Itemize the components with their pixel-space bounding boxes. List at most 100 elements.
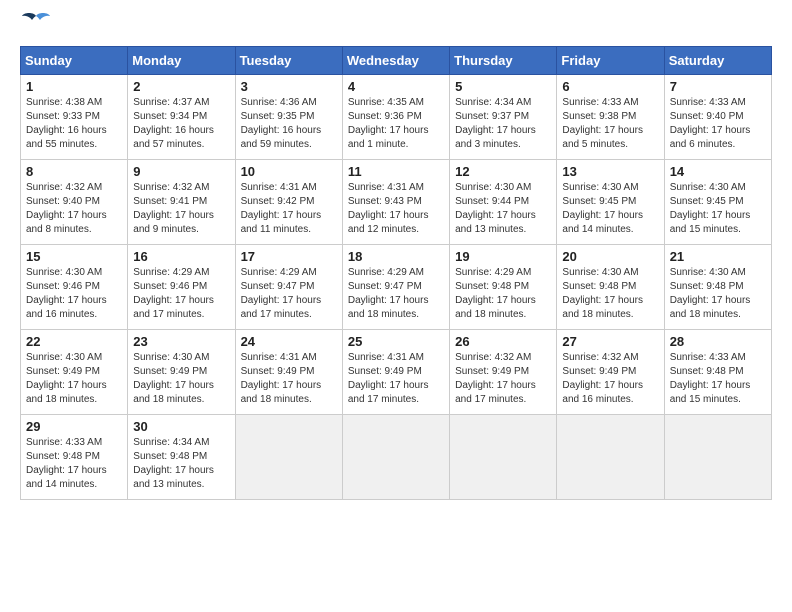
calendar-cell: 25Sunrise: 4:31 AMSunset: 9:49 PMDayligh… <box>342 330 449 415</box>
day-number: 20 <box>562 249 658 264</box>
calendar-cell <box>557 415 664 500</box>
calendar-cell: 28 Sunrise: 4:33 AMSunset: 9:48 PMDayligh… <box>664 330 771 415</box>
calendar-header-monday: Monday <box>128 47 235 75</box>
calendar-cell: 16 Sunrise: 4:29 AMSunset: 9:46 PMDayligh… <box>128 245 235 330</box>
calendar-header-saturday: Saturday <box>664 47 771 75</box>
calendar-cell: 23 Sunrise: 4:30 AMSunset: 9:49 PMDayligh… <box>128 330 235 415</box>
day-info: Sunrise: 4:32 AMSunset: 9:40 PMDaylight:… <box>26 181 122 237</box>
day-info: Sunrise: 4:32 AMSunset: 9:41 PMDaylight:… <box>133 181 229 237</box>
calendar-cell: 10 Sunrise: 4:31 AMSunset: 9:42 PMDayligh… <box>235 160 342 245</box>
calendar-cell: 26 Sunrise: 4:32 AMSunset: 9:49 PMDayligh… <box>450 330 557 415</box>
logo-bird-icon <box>22 12 50 30</box>
day-info: Sunrise: 4:36 AMSunset: 9:35 PMDaylight:… <box>241 96 337 152</box>
day-info: Sunrise: 4:29 AMSunset: 9:47 PMDaylight:… <box>241 266 337 322</box>
day-info: Sunrise: 4:30 AMSunset: 9:49 PMDaylight:… <box>133 351 229 407</box>
calendar-header-thursday: Thursday <box>450 47 557 75</box>
day-number: 28 <box>670 334 766 349</box>
calendar-week-5: 29Sunrise: 4:33 AMSunset: 9:48 PMDayligh… <box>21 415 772 500</box>
day-number: 23 <box>133 334 229 349</box>
day-info: Sunrise: 4:38 AMSunset: 9:33 PMDaylight:… <box>26 96 122 152</box>
calendar-week-3: 15Sunrise: 4:30 AMSunset: 9:46 PMDayligh… <box>21 245 772 330</box>
day-number: 9 <box>133 164 229 179</box>
day-info: Sunrise: 4:29 AMSunset: 9:47 PMDaylight:… <box>348 266 444 322</box>
day-number: 16 <box>133 249 229 264</box>
calendar-cell: 12 Sunrise: 4:30 AMSunset: 9:44 PMDayligh… <box>450 160 557 245</box>
calendar-cell <box>664 415 771 500</box>
day-info: Sunrise: 4:30 AMSunset: 9:45 PMDaylight:… <box>670 181 766 237</box>
day-info: Sunrise: 4:32 AMSunset: 9:49 PMDaylight:… <box>455 351 551 407</box>
calendar-week-4: 22 Sunrise: 4:30 AMSunset: 9:49 PMDayligh… <box>21 330 772 415</box>
day-number: 27 <box>562 334 658 349</box>
day-info: Sunrise: 4:31 AMSunset: 9:49 PMDaylight:… <box>241 351 337 407</box>
day-info: Sunrise: 4:31 AMSunset: 9:49 PMDaylight:… <box>348 351 444 407</box>
day-info: Sunrise: 4:34 AMSunset: 9:37 PMDaylight:… <box>455 96 551 152</box>
calendar-cell: 9 Sunrise: 4:32 AMSunset: 9:41 PMDaylight… <box>128 160 235 245</box>
calendar-cell: 8 Sunrise: 4:32 AMSunset: 9:40 PMDaylight… <box>21 160 128 245</box>
calendar-cell: 22Sunrise: 4:30 AMSunset: 9:49 PMDayligh… <box>21 330 128 415</box>
calendar-cell: 18 Sunrise: 4:29 AMSunset: 9:47 PMDayligh… <box>342 245 449 330</box>
day-number: 18 <box>348 249 444 264</box>
calendar-cell: 3 Sunrise: 4:36 AMSunset: 9:35 PMDaylight… <box>235 75 342 160</box>
day-info: Sunrise: 4:35 AMSunset: 9:36 PMDaylight:… <box>348 96 444 152</box>
day-number: 5 <box>455 79 551 94</box>
calendar-cell: 19 Sunrise: 4:29 AMSunset: 9:48 PMDayligh… <box>450 245 557 330</box>
calendar-header-friday: Friday <box>557 47 664 75</box>
day-number: 17 <box>241 249 337 264</box>
day-number: 11 <box>348 164 444 179</box>
logo <box>20 20 50 30</box>
calendar-cell: 13 Sunrise: 4:30 AMSunset: 9:45 PMDayligh… <box>557 160 664 245</box>
day-info: Sunrise: 4:34 AMSunset: 9:48 PMDaylight:… <box>133 436 229 492</box>
day-number: 15 <box>26 249 122 264</box>
day-info: Sunrise: 4:32 AMSunset: 9:49 PMDaylight:… <box>562 351 658 407</box>
calendar-cell <box>450 415 557 500</box>
day-number: 24 <box>241 334 337 349</box>
day-info: Sunrise: 4:33 AMSunset: 9:48 PMDaylight:… <box>670 351 766 407</box>
day-number: 19 <box>455 249 551 264</box>
calendar-week-2: 8 Sunrise: 4:32 AMSunset: 9:40 PMDaylight… <box>21 160 772 245</box>
calendar-cell: 6 Sunrise: 4:33 AMSunset: 9:38 PMDaylight… <box>557 75 664 160</box>
day-number: 4 <box>348 79 444 94</box>
day-info: Sunrise: 4:30 AMSunset: 9:45 PMDaylight:… <box>562 181 658 237</box>
day-info: Sunrise: 4:30 AMSunset: 9:48 PMDaylight:… <box>670 266 766 322</box>
calendar-cell: 4 Sunrise: 4:35 AMSunset: 9:36 PMDaylight… <box>342 75 449 160</box>
calendar-header-wednesday: Wednesday <box>342 47 449 75</box>
day-number: 6 <box>562 79 658 94</box>
calendar-cell: 27 Sunrise: 4:32 AMSunset: 9:49 PMDayligh… <box>557 330 664 415</box>
day-number: 30 <box>133 419 229 434</box>
day-number: 22 <box>26 334 122 349</box>
day-number: 10 <box>241 164 337 179</box>
calendar-cell: 1 Sunrise: 4:38 AMSunset: 9:33 PMDaylight… <box>21 75 128 160</box>
day-info: Sunrise: 4:30 AMSunset: 9:48 PMDaylight:… <box>562 266 658 322</box>
day-number: 3 <box>241 79 337 94</box>
calendar-cell: 24 Sunrise: 4:31 AMSunset: 9:49 PMDayligh… <box>235 330 342 415</box>
calendar-header-row: SundayMondayTuesdayWednesdayThursdayFrid… <box>21 47 772 75</box>
day-info: Sunrise: 4:33 AMSunset: 9:40 PMDaylight:… <box>670 96 766 152</box>
calendar-cell <box>235 415 342 500</box>
calendar-header-tuesday: Tuesday <box>235 47 342 75</box>
calendar-table: SundayMondayTuesdayWednesdayThursdayFrid… <box>20 46 772 500</box>
day-number: 29 <box>26 419 122 434</box>
page-header <box>20 20 772 30</box>
day-info: Sunrise: 4:33 AMSunset: 9:38 PMDaylight:… <box>562 96 658 152</box>
calendar-cell: 5 Sunrise: 4:34 AMSunset: 9:37 PMDaylight… <box>450 75 557 160</box>
day-number: 8 <box>26 164 122 179</box>
calendar-cell <box>342 415 449 500</box>
day-info: Sunrise: 4:29 AMSunset: 9:48 PMDaylight:… <box>455 266 551 322</box>
calendar-cell: 11 Sunrise: 4:31 AMSunset: 9:43 PMDayligh… <box>342 160 449 245</box>
day-number: 26 <box>455 334 551 349</box>
calendar-cell: 20 Sunrise: 4:30 AMSunset: 9:48 PMDayligh… <box>557 245 664 330</box>
day-info: Sunrise: 4:30 AMSunset: 9:44 PMDaylight:… <box>455 181 551 237</box>
day-info: Sunrise: 4:31 AMSunset: 9:43 PMDaylight:… <box>348 181 444 237</box>
day-number: 2 <box>133 79 229 94</box>
day-number: 13 <box>562 164 658 179</box>
day-number: 7 <box>670 79 766 94</box>
calendar-cell: 15Sunrise: 4:30 AMSunset: 9:46 PMDayligh… <box>21 245 128 330</box>
calendar-cell: 14Sunrise: 4:30 AMSunset: 9:45 PMDayligh… <box>664 160 771 245</box>
day-info: Sunrise: 4:31 AMSunset: 9:42 PMDaylight:… <box>241 181 337 237</box>
day-number: 12 <box>455 164 551 179</box>
day-number: 1 <box>26 79 122 94</box>
calendar-cell: 7 Sunrise: 4:33 AMSunset: 9:40 PMDaylight… <box>664 75 771 160</box>
calendar-header-sunday: Sunday <box>21 47 128 75</box>
day-info: Sunrise: 4:29 AMSunset: 9:46 PMDaylight:… <box>133 266 229 322</box>
calendar-cell: 30 Sunrise: 4:34 AMSunset: 9:48 PMDayligh… <box>128 415 235 500</box>
